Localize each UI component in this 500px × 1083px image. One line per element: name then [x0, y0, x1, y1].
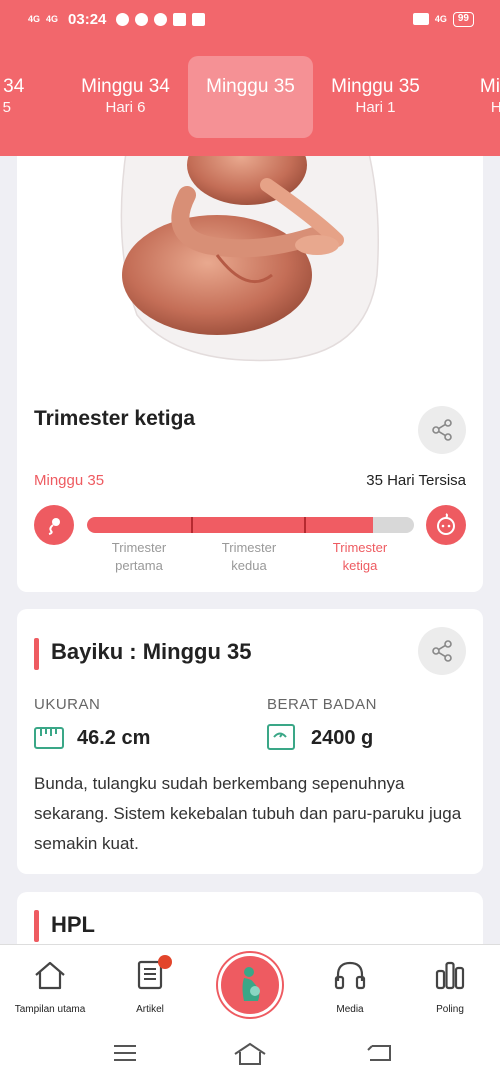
back-icon	[367, 1045, 391, 1061]
share-icon	[432, 640, 452, 662]
signal-icon-2: 4G	[46, 13, 59, 24]
week-selector: gu 34 ri 5 Minggu 34 Hari 6 Minggu 35 Mi…	[0, 38, 500, 156]
section-accent	[34, 910, 39, 942]
menu-icon	[114, 1045, 136, 1061]
home-outline-icon	[234, 1042, 266, 1065]
nav-home-label: Tampilan utama	[14, 1004, 86, 1015]
baby-face-icon	[426, 505, 466, 545]
size-label: UKURAN	[34, 696, 101, 713]
notification-icon	[154, 12, 168, 26]
week-tab-active[interactable]: Minggu 35	[188, 56, 313, 138]
nav-articles-label: Artikel	[136, 1004, 164, 1015]
share-button[interactable]	[418, 406, 466, 454]
hpl-title: HPL	[51, 912, 95, 937]
home-icon	[35, 961, 65, 990]
ruler-icon	[34, 727, 64, 749]
nav-poll-label: Poling	[436, 1004, 464, 1015]
bar-chart-icon	[435, 961, 465, 990]
current-week-label: Minggu 35	[34, 472, 105, 489]
baby-title: Bayiku : Minggu 35	[51, 639, 252, 664]
progress-fill	[87, 517, 374, 533]
bottom-nav: Tampilan utama Artikel Media Poling	[0, 944, 500, 1030]
section-accent	[34, 638, 39, 670]
notification-badge	[158, 955, 172, 969]
week-tab[interactable]: Ming Ha	[438, 56, 500, 138]
trimester-card: Trimester ketiga Minggu 35 35 Hari Tersi…	[17, 125, 483, 592]
back-button[interactable]	[366, 1042, 394, 1069]
nav-articles[interactable]: Artikel	[100, 955, 200, 1015]
vibrate-icon	[412, 13, 429, 25]
fetus-illustration	[17, 125, 483, 387]
store-icon	[192, 12, 206, 26]
share-icon	[432, 419, 452, 441]
week-tab[interactable]: gu 34 ri 5	[0, 56, 63, 138]
app-icon	[135, 12, 149, 26]
mail-icon	[173, 12, 187, 26]
home-system-button[interactable]	[233, 1042, 267, 1071]
weight-value: 2400 g	[311, 727, 374, 749]
baby-description: Bunda, tulangku sudah berkembang sepenuh…	[34, 774, 462, 853]
pregnant-icon	[242, 967, 260, 1001]
trimester-progress-bar	[87, 517, 414, 533]
signal-icon: 4G	[28, 13, 41, 24]
trimester-2-label: Trimester kedua	[221, 540, 277, 573]
nav-home[interactable]: Tampilan utama	[0, 959, 100, 1015]
week-tab[interactable]: Minggu 34 Hari 6	[63, 56, 188, 138]
baby-card: Bayiku : Minggu 35 UKURAN 46.2 cm BERAT …	[17, 609, 483, 874]
headphones-icon	[334, 961, 366, 990]
weight-label: BERAT BADAN	[267, 696, 377, 713]
size-value: 46.2 cm	[77, 727, 151, 749]
trimester-3-label: Trimester ketiga	[332, 540, 388, 573]
days-left-label: 35 Hari Tersisa	[366, 472, 466, 489]
menu-button[interactable]	[112, 1042, 138, 1069]
sperm-icon	[34, 505, 74, 545]
trimester-divider	[304, 517, 306, 533]
trimester-divider	[191, 517, 193, 533]
trimester-title: Trimester ketiga	[34, 407, 196, 430]
network-icon: 4G	[434, 13, 447, 24]
nav-poll[interactable]: Poling	[400, 959, 500, 1015]
top-bar: 4G 4G 03:24 4G 99 gu 34 ri 5 Minggu 34 H…	[0, 0, 500, 156]
nav-media[interactable]: Media	[300, 959, 400, 1015]
battery-icon: 99	[452, 11, 474, 27]
nav-pregnancy-center-button[interactable]	[218, 953, 282, 1017]
chrome-icon	[116, 12, 130, 26]
status-bar: 4G 4G 03:24 4G 99	[0, 0, 500, 38]
share-button[interactable]	[418, 627, 466, 675]
scale-icon	[267, 724, 295, 750]
nav-media-label: Media	[336, 1004, 364, 1015]
clock: 03:24	[68, 10, 107, 28]
system-nav-bar	[0, 1030, 500, 1083]
week-tab[interactable]: Minggu 35 Hari 1	[313, 56, 438, 138]
trimester-1-label: Trimester pertama	[111, 540, 167, 573]
